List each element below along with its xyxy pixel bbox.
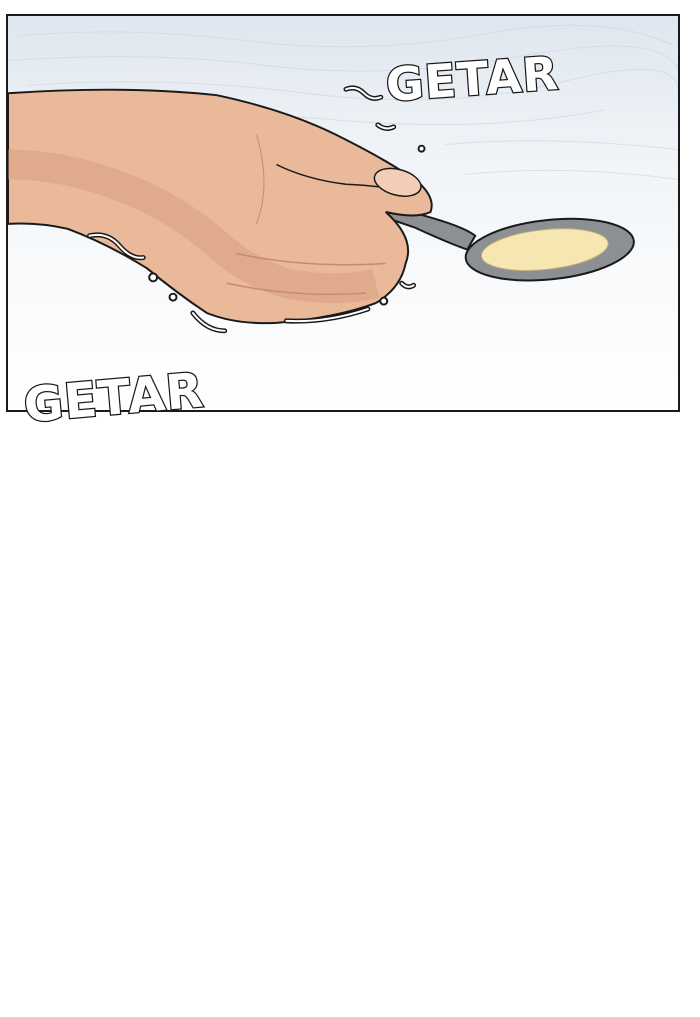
comic-panel — [6, 14, 680, 412]
panel-illustration — [8, 24, 678, 334]
hand — [8, 88, 433, 325]
